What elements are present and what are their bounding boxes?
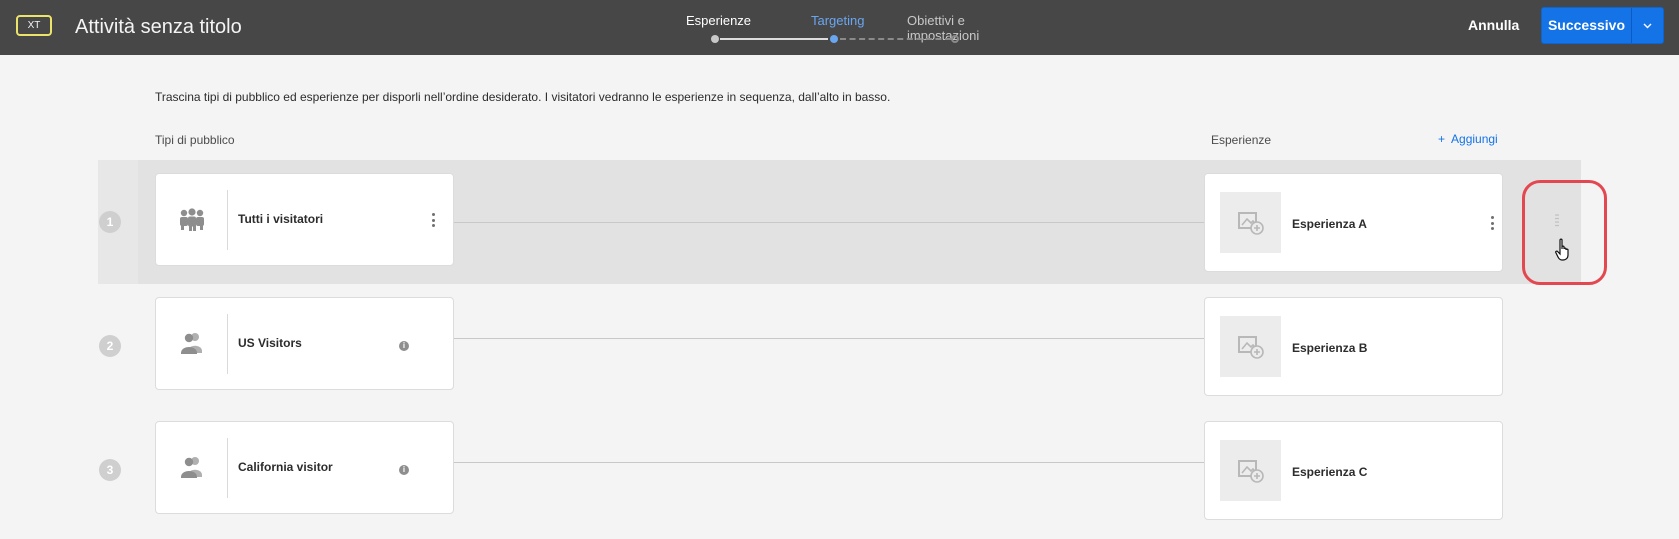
user-group-icon — [181, 457, 202, 478]
experience-card[interactable]: Esperienza A — [1204, 173, 1503, 272]
more-icon[interactable] — [428, 211, 438, 229]
experience-thumbnail — [1220, 440, 1281, 501]
next-menu-button[interactable] — [1632, 8, 1663, 43]
card-divider — [227, 190, 228, 250]
add-experience-link[interactable]: + Aggiungi — [1438, 132, 1498, 146]
step-pending-line — [840, 38, 951, 40]
activity-type-badge: XT — [16, 15, 52, 36]
experience-card[interactable]: Esperienza B — [1204, 297, 1503, 396]
activity-title[interactable]: Attività senza titolo — [75, 16, 242, 39]
audience-card[interactable]: Tutti i visitatori — [155, 173, 454, 266]
experience-name: Esperienza A — [1292, 217, 1367, 231]
top-bar: XT Attività senza titolo Esperienze Targ… — [0, 0, 1679, 55]
hand-cursor-icon — [1555, 238, 1569, 261]
experience-card[interactable]: Esperienza C — [1204, 421, 1503, 520]
group-icon — [180, 208, 204, 231]
row-number: 1 — [99, 211, 121, 233]
row-connector — [454, 222, 1204, 223]
row-connector — [454, 462, 1204, 463]
step-experiences-dot — [711, 35, 719, 43]
more-icon[interactable] — [1487, 214, 1497, 232]
step-targeting-dot — [830, 35, 838, 43]
add-label: Aggiungi — [1451, 132, 1498, 146]
experience-name: Esperienza B — [1292, 341, 1368, 355]
row-number: 3 — [99, 459, 121, 481]
audiences-column-header: Tipi di pubblico — [155, 133, 235, 147]
experiences-column-header: Esperienze — [1211, 133, 1272, 147]
row-connector — [454, 338, 1204, 339]
experience-name: Esperienza C — [1292, 465, 1368, 479]
cancel-button[interactable]: Annulla — [1468, 17, 1519, 33]
audience-card[interactable]: California visitor i — [155, 421, 454, 514]
card-divider — [227, 438, 228, 498]
step-experiences[interactable]: Esperienze — [686, 13, 751, 28]
row-number: 2 — [99, 335, 121, 357]
chevron-down-icon — [1643, 23, 1652, 28]
step-targeting[interactable]: Targeting — [811, 13, 864, 28]
audience-card[interactable]: US Visitors i — [155, 297, 454, 390]
add-image-icon — [1237, 335, 1264, 359]
step-progress-line — [720, 38, 828, 40]
add-image-icon — [1237, 211, 1264, 235]
audience-name: Tutti i visitatori — [238, 212, 324, 226]
audience-name: California visitor — [238, 460, 333, 474]
step-goals-dot — [951, 35, 959, 43]
user-group-icon — [181, 333, 202, 354]
info-icon[interactable]: i — [399, 341, 409, 351]
info-icon[interactable]: i — [399, 465, 409, 475]
card-divider — [227, 314, 228, 374]
next-split-button: Successivo — [1541, 7, 1664, 44]
experience-thumbnail — [1220, 316, 1281, 377]
experience-thumbnail — [1220, 192, 1281, 253]
add-image-icon — [1237, 459, 1264, 483]
audience-name: US Visitors — [238, 336, 302, 350]
instructions-text: Trascina tipi di pubblico ed esperienze … — [155, 90, 891, 104]
callout-highlight — [1522, 180, 1607, 285]
plus-icon: + — [1438, 132, 1446, 146]
next-button[interactable]: Successivo — [1542, 8, 1631, 43]
